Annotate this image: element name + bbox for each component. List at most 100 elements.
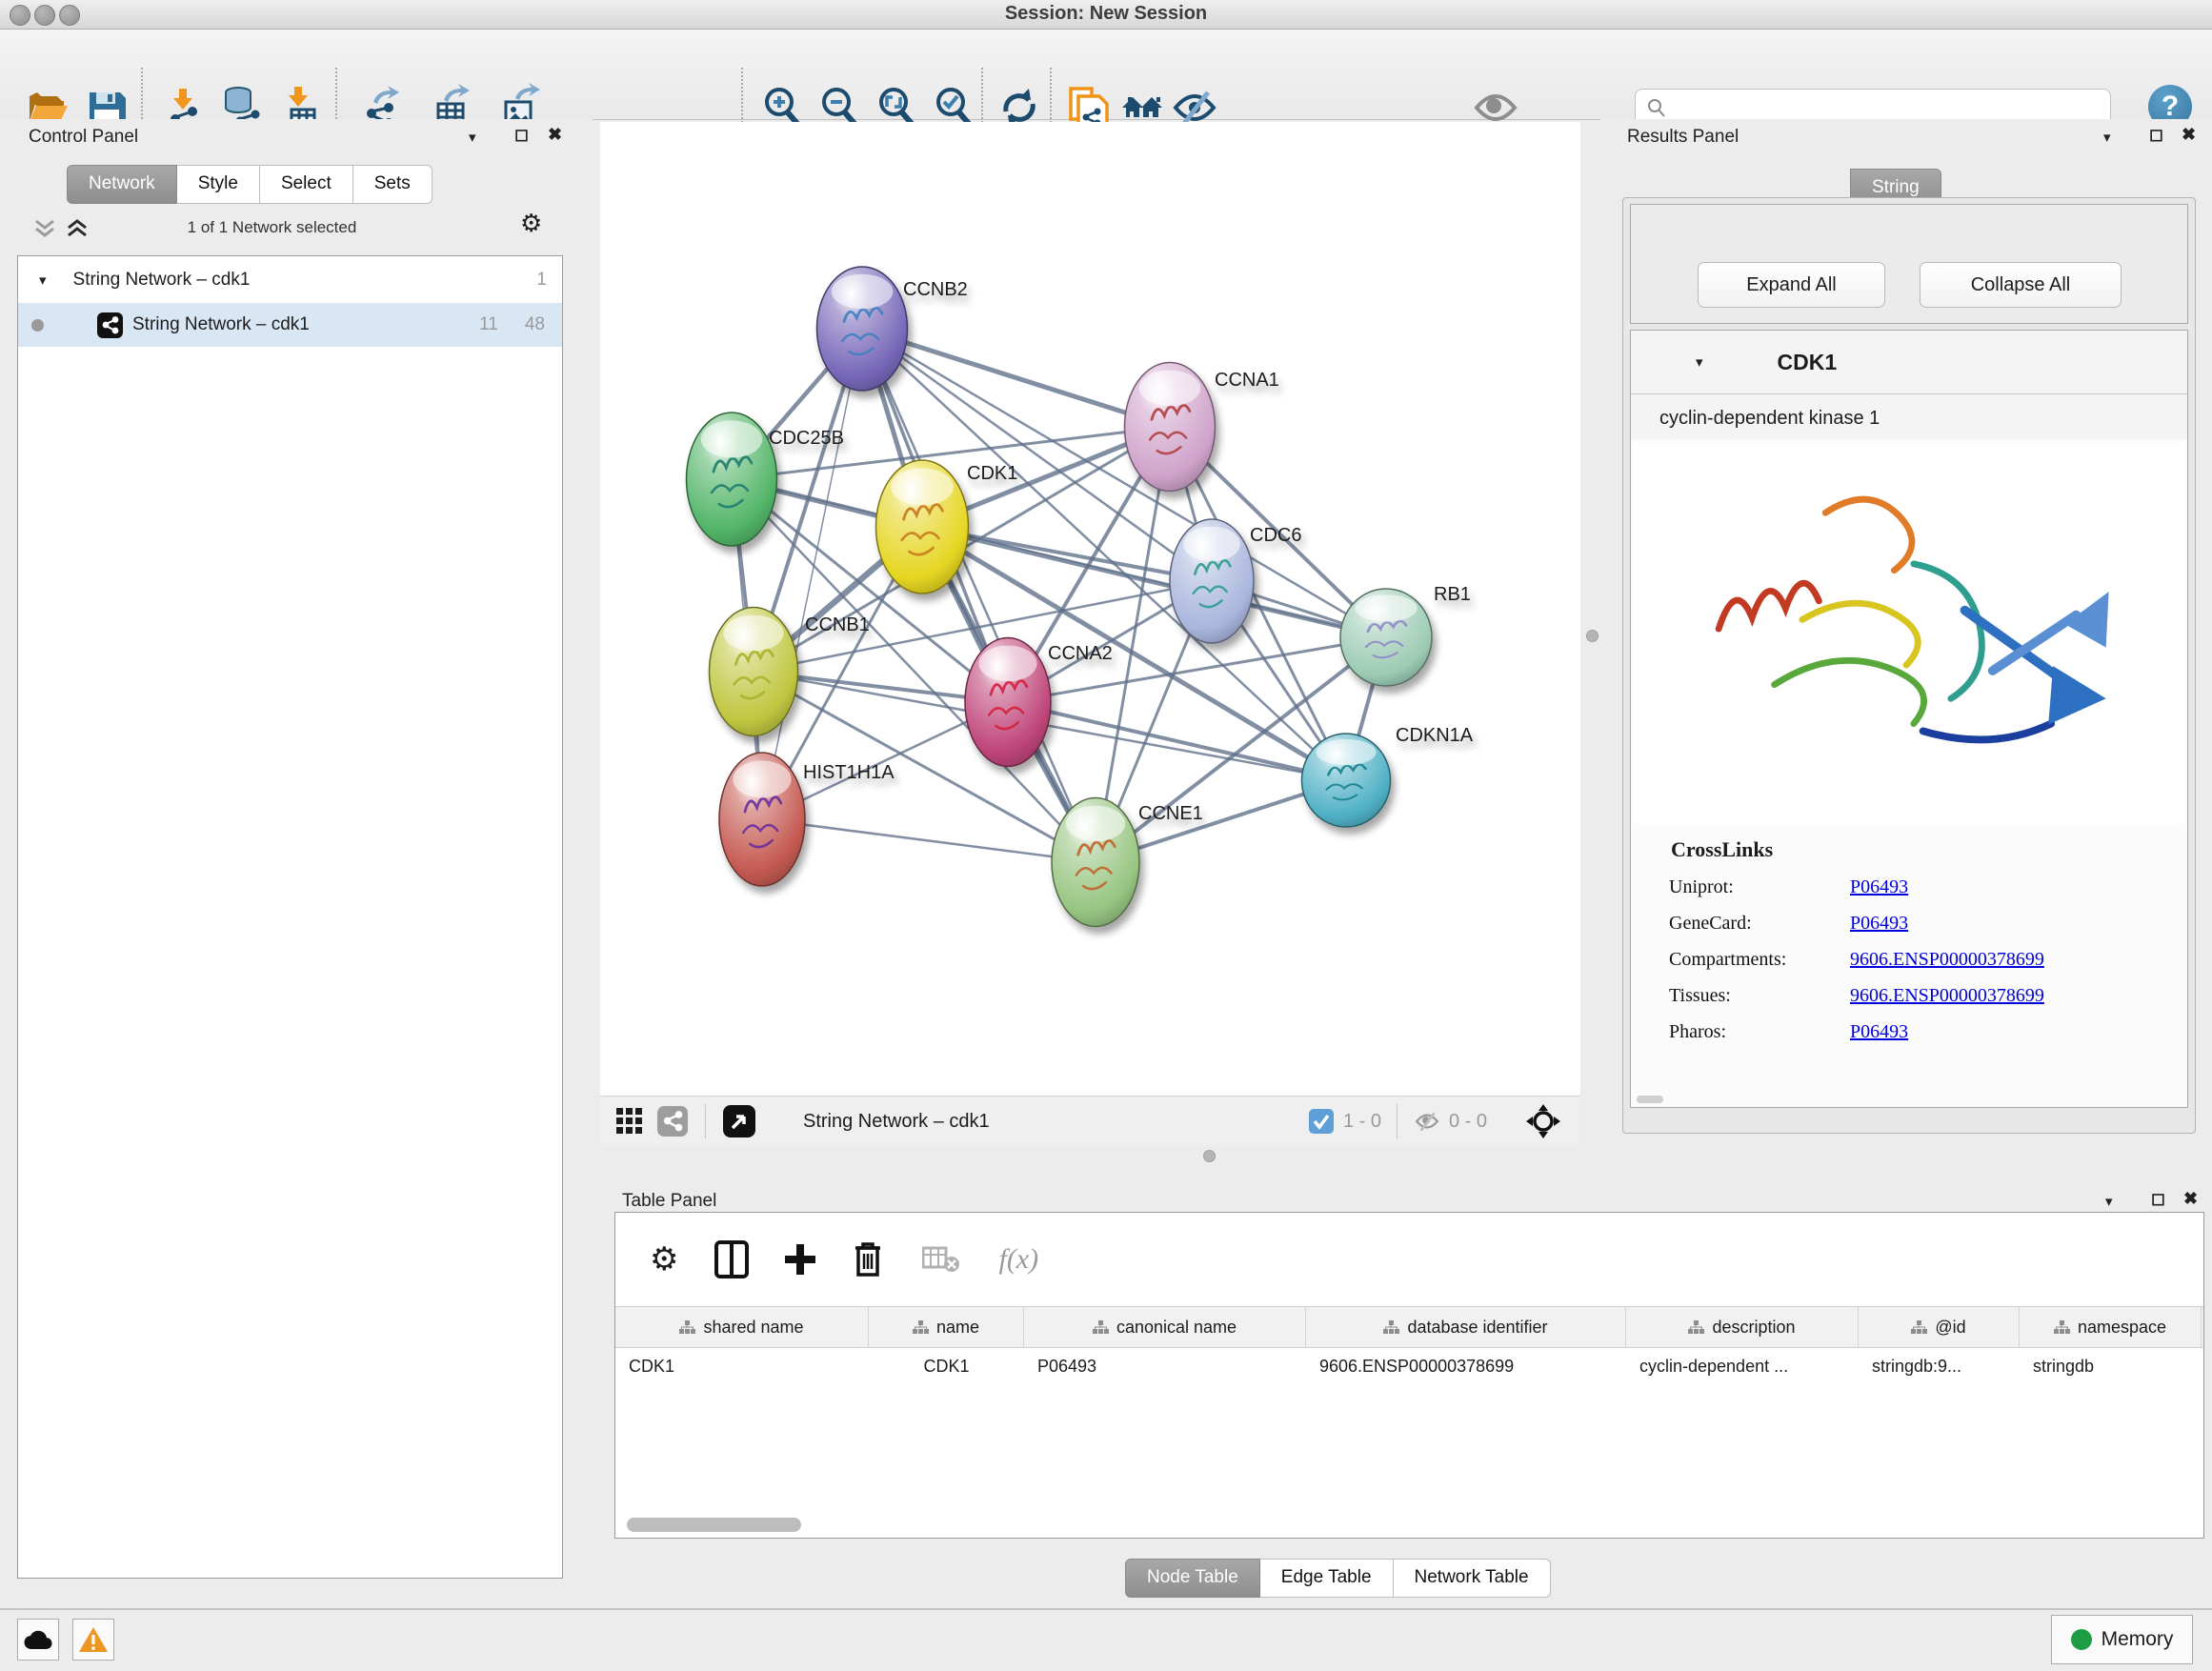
network-edge-CCNA2-CDKN1A <box>1008 702 1346 780</box>
tree-expander-icon[interactable]: ▾ <box>39 272 47 289</box>
entry-gene-name: CDK1 <box>1778 350 1838 375</box>
table-cell[interactable]: CDK1 <box>615 1346 869 1387</box>
float-panel-icon[interactable]: ◻ <box>2149 125 2163 145</box>
column-header-canonical-name[interactable]: canonical name <box>1024 1307 1306 1347</box>
table-cell[interactable]: P06493 <box>1024 1346 1306 1387</box>
network-node-CDC25B[interactable]: CDC25B <box>687 413 844 546</box>
entry-scrollbar[interactable] <box>1637 1096 1663 1103</box>
table-panel: Table Panel ▾ ◻ ✖ ⚙ f(x) shared namename… <box>593 1166 2212 1608</box>
window-title: Session: New Session <box>0 3 2212 25</box>
network-selection-status: 1 of 1 Network selected <box>0 218 544 237</box>
grid-view-icon[interactable] <box>615 1107 644 1136</box>
network-row-selected[interactable]: String Network – cdk1 11 48 <box>18 303 562 347</box>
table-cell[interactable]: stringdb:9... <box>1859 1346 2020 1387</box>
collapse-panel-icon[interactable]: ▾ <box>469 129 476 146</box>
tab-network-table[interactable]: Network Table <box>1394 1559 1551 1598</box>
vertical-splitter-handle[interactable] <box>1586 630 1599 642</box>
table-cell[interactable]: cyclin-dependent ... <box>1626 1346 1859 1387</box>
tab-style[interactable]: Style <box>177 165 260 204</box>
close-panel-icon[interactable]: ✖ <box>548 125 562 145</box>
float-panel-icon[interactable]: ◻ <box>2151 1189 2165 1209</box>
collection-label: String Network – cdk1 <box>73 270 251 291</box>
close-panel-icon[interactable]: ✖ <box>2182 125 2196 145</box>
network-node-CDC6[interactable]: CDC6 <box>1170 519 1301 643</box>
network-node-CCNB1[interactable]: CCNB1 <box>710 608 870 736</box>
add-column-icon[interactable] <box>783 1242 817 1277</box>
column-header-namespace[interactable]: namespace <box>2020 1307 2202 1347</box>
network-edge-CCNB2-CCNE1 <box>862 329 1096 862</box>
network-collection-row[interactable]: ▾ String Network – cdk1 1 <box>18 258 562 302</box>
table-header-row: shared namenamecanonical namedatabase id… <box>615 1306 2203 1348</box>
warnings-button[interactable] <box>72 1619 114 1661</box>
crosslink-link[interactable]: 9606.ENSP00000378699 <box>1850 985 2044 1007</box>
network-node-CCNE1[interactable]: CCNE1 <box>1052 798 1203 927</box>
network-canvas[interactable]: CCNB2 CCNA1 CDC25B CDK1 CDC6 RB1 CCNB1 CCNA2 CDK… <box>600 122 1580 1096</box>
memory-label: Memory <box>2101 1628 2174 1651</box>
table-row[interactable]: CDK1CDK1P064939606.ENSP00000378699cyclin… <box>615 1346 2203 1387</box>
network-options-gear-icon[interactable]: ⚙ <box>520 211 542 235</box>
network-node-HIST1H1A[interactable]: HIST1H1A <box>719 753 895 886</box>
memory-button[interactable]: Memory <box>2051 1615 2193 1664</box>
table-options-gear-icon[interactable]: ⚙ <box>650 1243 678 1276</box>
table-cell[interactable]: CDK1 <box>869 1346 1024 1387</box>
crosslink-link[interactable]: P06493 <box>1850 913 1908 935</box>
network-view-icon[interactable] <box>657 1106 688 1137</box>
collapse-panel-icon[interactable]: ▾ <box>2103 129 2111 146</box>
string-results-container: Expand All Collapse All ▾ CDK1 cyclin-de… <box>1622 197 2196 1134</box>
network-node-CCNA2[interactable]: CCNA2 <box>965 638 1113 767</box>
node-label-CCNB1: CCNB1 <box>805 614 870 635</box>
network-edge-CCNB2-CCNA1 <box>862 329 1170 427</box>
network-node-CCNA1[interactable]: CCNA1 <box>1125 363 1279 492</box>
node-label-CDK1: CDK1 <box>967 463 1017 484</box>
column-header-name[interactable]: name <box>869 1307 1024 1347</box>
tab-sets[interactable]: Sets <box>353 165 432 204</box>
close-panel-icon[interactable]: ✖ <box>2183 1189 2198 1209</box>
warning-icon <box>78 1626 109 1653</box>
column-header-description[interactable]: description <box>1626 1307 1859 1347</box>
entry-expander-icon[interactable]: ▾ <box>1696 353 1703 371</box>
crosslinks-list: Uniprot:P06493GeneCard:P06493Compartment… <box>1631 876 2187 1043</box>
node-table-container: ⚙ f(x) shared namenamecanonical namedata… <box>614 1212 2204 1539</box>
collapse-all-button[interactable]: Collapse All <box>1920 262 2122 308</box>
node-label-CCNA2: CCNA2 <box>1048 643 1113 664</box>
string-network-icon <box>97 312 123 338</box>
tab-edge-table[interactable]: Edge Table <box>1260 1559 1394 1598</box>
tab-network[interactable]: Network <box>67 165 177 204</box>
node-label-HIST1H1A: HIST1H1A <box>803 762 895 783</box>
network-node-RB1[interactable]: RB1 <box>1340 584 1471 686</box>
crosslink-link[interactable]: P06493 <box>1850 876 1908 898</box>
node-result-entry: ▾ CDK1 cyclin-dependent kinase 1 <box>1630 330 2188 1108</box>
table-cell[interactable]: stringdb <box>2020 1346 2202 1387</box>
node-label-CCNE1: CCNE1 <box>1138 803 1203 824</box>
network-node-CCNB2[interactable]: CCNB2 <box>817 267 968 391</box>
crosslink-link[interactable]: 9606.ENSP00000378699 <box>1850 949 2044 971</box>
edge-count: 48 <box>525 314 545 335</box>
column-header-@id[interactable]: @id <box>1859 1307 2020 1347</box>
expand-all-button[interactable]: Expand All <box>1698 262 1885 308</box>
current-network-dot-icon <box>31 319 44 332</box>
tab-node-table[interactable]: Node Table <box>1125 1559 1260 1598</box>
show-columns-icon[interactable] <box>714 1240 749 1278</box>
search-input[interactable] <box>1668 97 2081 119</box>
delete-column-icon[interactable] <box>852 1240 884 1278</box>
entry-header[interactable]: ▾ CDK1 <box>1631 331 2187 394</box>
current-network-title: String Network – cdk1 <box>803 1111 990 1133</box>
column-header-database-identifier[interactable]: database identifier <box>1306 1307 1626 1347</box>
column-header-shared-name[interactable]: shared name <box>615 1307 869 1347</box>
float-panel-icon[interactable]: ◻ <box>514 125 529 145</box>
fit-selected-crosshair-icon[interactable] <box>1525 1103 1561 1139</box>
tab-select[interactable]: Select <box>260 165 353 204</box>
node-label-CDC6: CDC6 <box>1250 525 1301 546</box>
crosslink-link[interactable]: P06493 <box>1850 1021 1908 1043</box>
node-label-RB1: RB1 <box>1434 584 1471 605</box>
cloud-button[interactable] <box>17 1619 59 1661</box>
horizontal-splitter-handle[interactable] <box>1203 1150 1216 1162</box>
table-cell[interactable]: 9606.ENSP00000378699 <box>1306 1346 1626 1387</box>
network-node-CDKN1A[interactable]: CDKN1A <box>1302 725 1474 827</box>
table-horizontal-scrollbar[interactable] <box>627 1518 801 1532</box>
delete-table-icon-disabled <box>922 1245 960 1274</box>
crosslink-label: GeneCard: <box>1669 913 1850 935</box>
collapse-panel-icon[interactable]: ▾ <box>2105 1193 2113 1210</box>
results-panel: Results Panel ▾ ◻ ✖ String Expand All Co… <box>1600 119 2212 1167</box>
birds-eye-view-icon[interactable] <box>723 1105 755 1137</box>
